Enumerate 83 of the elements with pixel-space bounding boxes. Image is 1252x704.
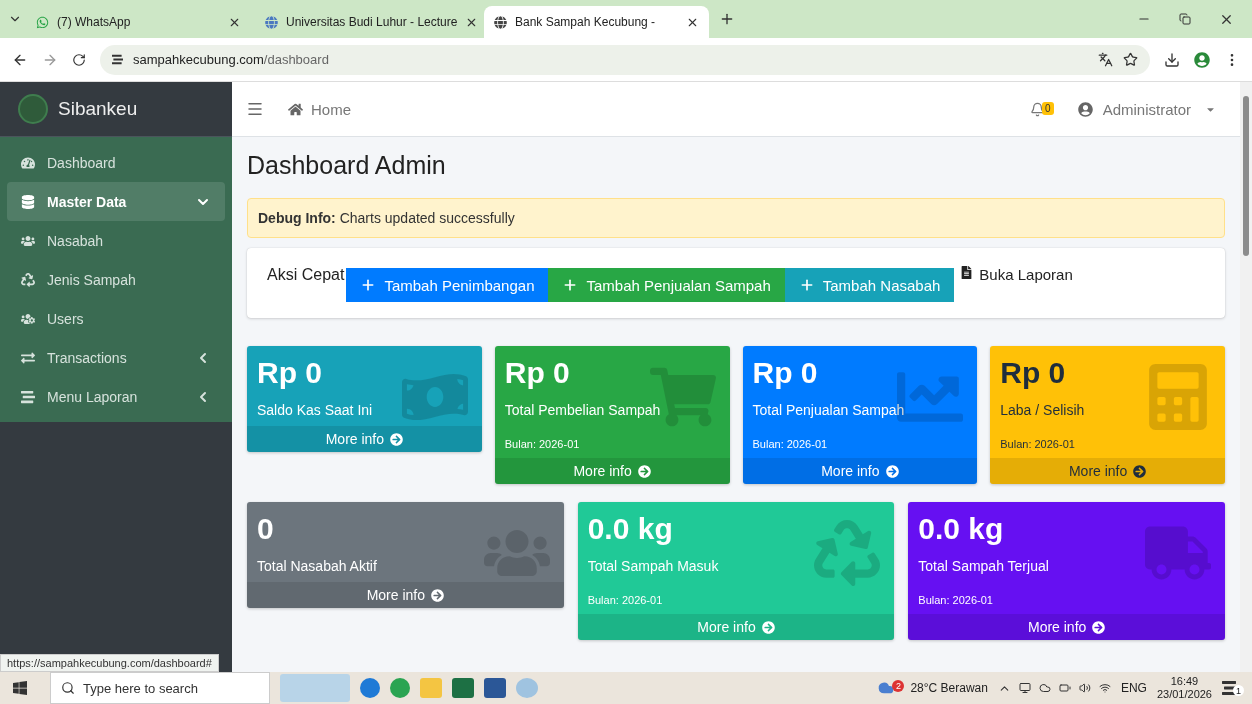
nav-item[interactable]: Master Data <box>7 182 225 221</box>
document-icon[interactable] <box>960 266 974 279</box>
globe-icon <box>494 15 507 29</box>
home-link[interactable]: Home <box>311 100 351 118</box>
home-icon[interactable] <box>288 101 303 117</box>
nav-item[interactable]: Dashboard <box>7 143 225 182</box>
stat-period: Bulan: 2026-01 <box>587 594 664 606</box>
more-info-link[interactable]: More info <box>990 458 1225 484</box>
stat-period: Bulan: 2026-01 <box>1000 438 1076 450</box>
browser-tab[interactable]: (7) WhatsApp <box>26 6 251 38</box>
cloud-icon <box>878 680 895 696</box>
chat-icon <box>36 15 49 29</box>
stat-period: Bulan: 2026-01 <box>504 438 581 450</box>
more-info-link[interactable]: More info <box>742 458 978 484</box>
browser-app-icon[interactable] <box>360 678 380 698</box>
address-field[interactable]: sampahkecubung.com/dashboard <box>100 44 1150 75</box>
gauge-icon <box>21 155 35 170</box>
recycle-icon <box>814 520 881 586</box>
exchange-icon <box>21 350 35 365</box>
user-avatar-icon[interactable] <box>1077 101 1093 117</box>
restore-icon[interactable] <box>1179 13 1191 25</box>
weather-widget[interactable]: 2 28°C Berawan <box>878 680 988 696</box>
clock[interactable]: 16:49 23/01/2026 <box>1156 675 1212 701</box>
stat-value: 0.0 kg <box>918 512 1005 546</box>
nav-item[interactable]: Transactions <box>7 338 225 377</box>
language-indicator[interactable]: ENG <box>1120 681 1147 695</box>
search-icon <box>61 681 75 695</box>
landscape-picture <box>280 674 350 702</box>
people-icon <box>21 233 35 248</box>
add-button[interactable]: Tambah Penjualan Sampah <box>548 268 785 302</box>
browser-app-icon[interactable] <box>390 678 410 698</box>
stat-label: Total Pembelian Sampah <box>504 402 662 418</box>
stat-value: Rp 0 <box>257 356 323 390</box>
browser-tab[interactable]: Universitas Budi Luhur - Lecture <box>255 6 480 38</box>
download-icon[interactable] <box>1164 51 1180 68</box>
more-info-link[interactable]: More info <box>494 458 730 484</box>
page-title: Dashboard Admin <box>247 151 447 180</box>
status-url: https://sampahkecubung.com/dashboard# <box>0 654 219 672</box>
scrollbar[interactable] <box>1240 82 1252 672</box>
nav-item[interactable]: Users <box>7 299 225 338</box>
stat-label: Total Sampah Masuk <box>587 558 720 574</box>
user-menu[interactable]: Administrator <box>1102 100 1191 118</box>
stat-label: Saldo Kas Saat Ini <box>257 402 374 418</box>
nav-item[interactable]: Menu Laporan <box>7 377 225 416</box>
more-info-link[interactable]: More info <box>247 426 482 452</box>
browser-tab[interactable]: Bank Sampah Kecubung - <box>484 6 709 38</box>
profile-icon[interactable] <box>1194 51 1210 68</box>
report-link[interactable]: Buka Laporan <box>979 266 1073 283</box>
globe-icon <box>265 15 278 29</box>
translate-icon[interactable] <box>1098 52 1113 67</box>
stat-value: 0 <box>257 512 275 546</box>
stat-value: Rp 0 <box>504 356 571 390</box>
more-info-link[interactable]: More info <box>577 614 895 640</box>
stat-label: Laba / Selisih <box>1000 402 1086 418</box>
stat-label: Total Sampah Terjual <box>918 558 1050 574</box>
add-button[interactable]: Tambah Nasabah <box>784 268 955 302</box>
star-icon[interactable] <box>1123 52 1138 67</box>
add-button[interactable]: Tambah Penimbangan <box>346 268 549 302</box>
stat-period: Bulan: 2026-01 <box>918 594 994 606</box>
menu-icon[interactable] <box>246 100 264 118</box>
quick-actions-label: Aksi Cepat <box>267 266 345 284</box>
stat-period: Bulan: 2026-01 <box>752 438 829 450</box>
more-info-link[interactable]: More info <box>247 582 564 608</box>
database-icon <box>21 194 35 209</box>
users-gear-icon <box>21 311 35 326</box>
debug-alert: Debug Info: Charts updated successfully <box>247 198 1225 238</box>
logo-icon <box>18 94 48 124</box>
stat-value: Rp 0 <box>752 356 819 390</box>
new-tab-icon[interactable] <box>719 11 735 27</box>
list-icon <box>21 389 35 404</box>
reload-icon[interactable] <box>72 52 86 67</box>
stat-value: Rp 0 <box>1000 356 1067 390</box>
stat-value: 0.0 kg <box>587 512 674 546</box>
stat-label: Total Penjualan Sampah <box>752 402 906 418</box>
more-info-link[interactable]: More info <box>908 614 1225 640</box>
stat-label: Total Nasabah Aktif <box>257 558 378 574</box>
notification-center[interactable]: 1 <box>1222 680 1244 696</box>
brand-name[interactable]: Sibankeu <box>58 98 138 120</box>
taskbar-search-field[interactable]: Type here to search <box>50 672 270 704</box>
nav-item[interactable]: Nasabah <box>7 221 225 260</box>
notification-bell[interactable]: 0 <box>1030 101 1054 117</box>
nav-item[interactable]: Jenis Sampah <box>7 260 225 299</box>
recycle-icon <box>21 272 35 287</box>
